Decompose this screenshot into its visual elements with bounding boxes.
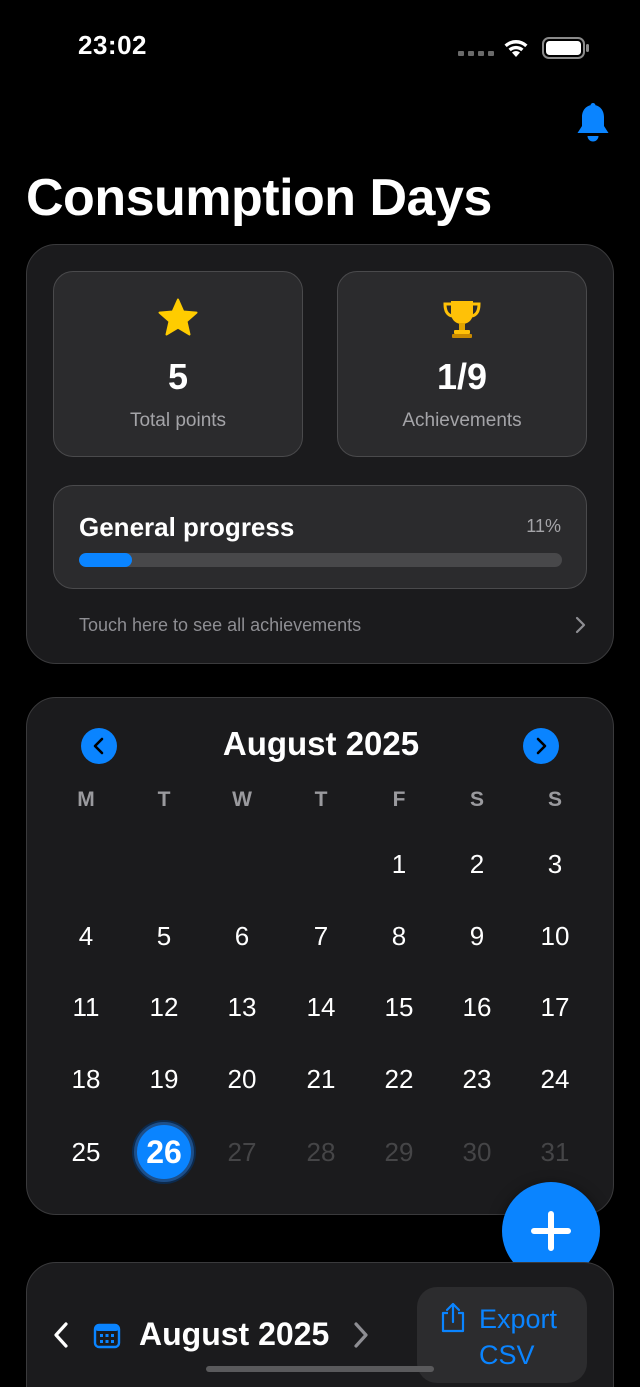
calendar-day[interactable]: 26 (134, 1122, 194, 1182)
export-csv-label: Export CSV (479, 1304, 558, 1370)
star-icon (158, 298, 198, 336)
calendar-day[interactable]: 11 (56, 977, 116, 1037)
weekday-label: T (157, 788, 171, 811)
home-indicator (206, 1366, 434, 1372)
wifi-icon (504, 40, 528, 57)
achievements-value: 1/9 (436, 356, 488, 397)
calendar-icon (93, 1323, 121, 1349)
progress-title: General progress (79, 512, 295, 542)
calendar-day: 31 (540, 1137, 570, 1167)
calendar-day: 30 (462, 1137, 492, 1167)
calendar-day[interactable]: 6 (212, 906, 272, 966)
weekday-label: F (392, 788, 406, 811)
trophy-icon (443, 301, 481, 338)
weekday-label: W (232, 788, 252, 811)
calendar-day[interactable]: 15 (369, 977, 429, 1037)
calendar-day[interactable]: 5 (134, 906, 194, 966)
chevron-right-icon (536, 737, 547, 755)
total-points-value: 5 (167, 356, 189, 397)
chevron-left-icon[interactable] (51, 1321, 71, 1349)
calendar-day[interactable]: 13 (212, 977, 272, 1037)
total-points-label: Total points (129, 410, 227, 431)
calendar-day[interactable]: 22 (369, 1049, 429, 1109)
general-progress: General progress 11% (53, 485, 587, 589)
calendar-day[interactable]: 3 (525, 834, 585, 894)
total-points-box: 5 Total points (53, 271, 303, 457)
plus-icon (531, 1211, 571, 1251)
calendar-day[interactable]: 10 (525, 906, 585, 966)
calendar-day[interactable]: 16 (447, 977, 507, 1037)
stats-card: 5 Total points 1/9 Achievements General … (26, 244, 614, 664)
bell-icon[interactable] (574, 102, 612, 144)
calendar-day[interactable]: 1 (369, 834, 429, 894)
export-csv-button[interactable]: Export CSV (417, 1287, 587, 1383)
calendar-day[interactable]: 14 (291, 977, 351, 1037)
next-month-button[interactable] (523, 728, 559, 764)
status-time: 23:02 (78, 30, 147, 60)
calendar-day[interactable]: 23 (447, 1049, 507, 1109)
calendar-day[interactable]: 25 (56, 1122, 116, 1182)
calendar-day[interactable]: 12 (134, 977, 194, 1037)
progress-percent: 11% (526, 516, 561, 536)
signal-dots-icon (458, 51, 494, 56)
calendar-day[interactable]: 17 (525, 977, 585, 1037)
chevron-right-icon[interactable] (351, 1321, 371, 1349)
share-icon (441, 1302, 465, 1333)
calendar-day[interactable]: 24 (525, 1049, 585, 1109)
weekday-label: T (314, 788, 328, 811)
calendar-day[interactable]: 2 (447, 834, 507, 894)
calendar-day[interactable]: 4 (56, 906, 116, 966)
page-title: Consumption Days (26, 169, 492, 227)
weekday-label: M (77, 788, 95, 811)
see-all-achievements-link[interactable]: Touch here to see all achievements (53, 611, 587, 641)
progress-bar (79, 553, 562, 567)
calendar-day[interactable]: 20 (212, 1049, 272, 1109)
achievements-label: Achievements (402, 410, 522, 431)
calendar-card: August 2025 M T W T F S S 1 2 3 4 5 6 7 8 9 10 11 12 13 14 15… (26, 697, 614, 1215)
chevron-right-icon (575, 616, 586, 634)
progress-bar-fill (79, 553, 133, 567)
calendar-day[interactable]: 8 (369, 906, 429, 966)
calendar-day: 27 (227, 1137, 257, 1167)
see-all-achievements-text: Touch here to see all achievements (79, 615, 362, 635)
calendar-day[interactable]: 19 (134, 1049, 194, 1109)
calendar-day: 28 (306, 1137, 336, 1167)
achievements-box: 1/9 Achievements (337, 271, 587, 457)
calendar-day[interactable]: 7 (291, 906, 351, 966)
calendar-day: 29 (384, 1137, 414, 1167)
battery-icon (542, 37, 589, 59)
weekday-label: S (547, 788, 562, 811)
status-bar: 23:02 (0, 0, 640, 96)
calendar-day[interactable]: 9 (447, 906, 507, 966)
summary-month-title: August 2025 (139, 1316, 330, 1352)
weekday-label: S (469, 788, 484, 811)
calendar-day[interactable]: 18 (56, 1049, 116, 1109)
calendar-day[interactable]: 21 (291, 1049, 351, 1109)
